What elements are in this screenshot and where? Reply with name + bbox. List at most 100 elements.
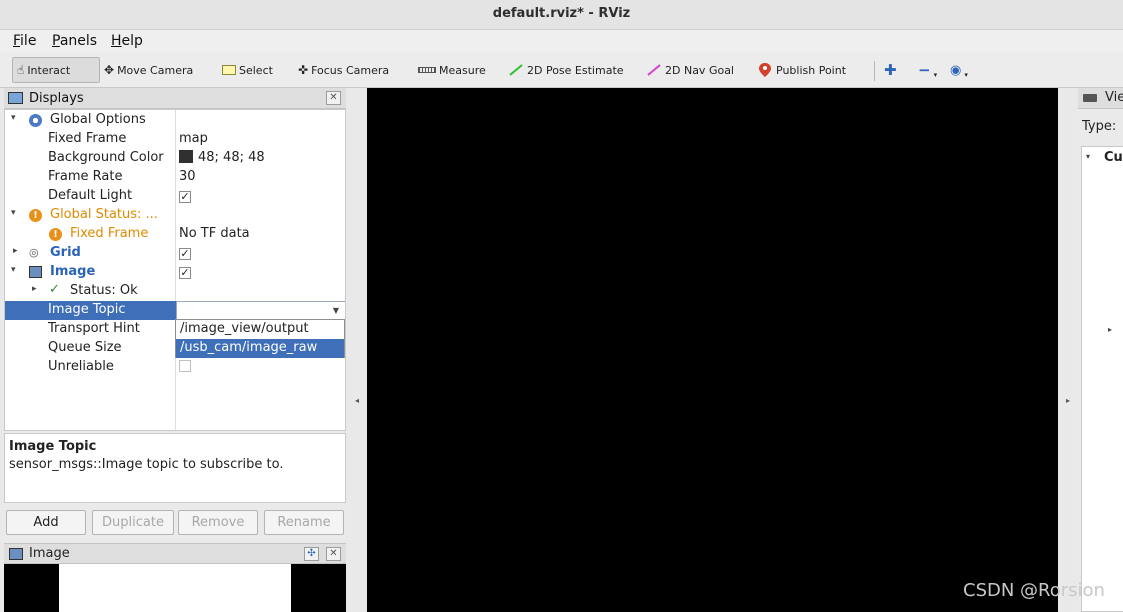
image-panel-title: Image	[29, 546, 70, 561]
menu-file[interactable]: File	[13, 33, 36, 49]
move-camera-icon: ✥	[104, 63, 115, 77]
add-tool-button[interactable]: ✚	[884, 57, 900, 83]
minus-dropdown-caret-icon: ▾	[933, 71, 938, 79]
image-enabled-checkbox[interactable]: ✓	[179, 267, 191, 279]
checkmark-icon: ✓	[49, 282, 60, 297]
image-panel-header: Image ✣ ✕	[4, 543, 346, 564]
tree-row-image[interactable]: ▾ Image ✓	[5, 263, 345, 282]
tree-row-global-status[interactable]: ▾ ! Global Status: ...	[5, 206, 345, 225]
chevron-right-icon[interactable]: ▸	[32, 284, 37, 294]
tree-row-global-options[interactable]: ▾ Global Options	[5, 111, 345, 130]
chevron-right-icon[interactable]: ▸	[1108, 325, 1112, 334]
magenta-arrow-icon	[647, 64, 661, 76]
nav-goal-tool-button[interactable]: 2D Nav Goal	[646, 57, 734, 83]
green-arrow-icon	[509, 64, 523, 76]
eye-icon: ◉	[950, 62, 962, 78]
watermark: CSDN @Rorsion	[963, 580, 1105, 601]
displays-panel-title: Displays	[29, 91, 84, 106]
tree-row-background-color[interactable]: Background Color 48; 48; 48	[5, 149, 345, 168]
menu-panels[interactable]: Panels	[52, 33, 97, 49]
tree-row-default-light[interactable]: Default Light ✓	[5, 187, 345, 206]
measure-tool-button[interactable]: Measure	[418, 57, 486, 83]
frame-rate-value[interactable]: 30	[179, 169, 196, 184]
monitor-icon	[8, 92, 23, 104]
menu-help[interactable]: Help	[111, 33, 143, 49]
fixed-frame-value[interactable]: map	[179, 131, 208, 146]
toolbar: ☝ Interact ✥ Move Camera Select ✜ Focus …	[0, 52, 1123, 88]
right-panel-splitter[interactable]: ▸	[1058, 88, 1078, 612]
menu-bar: File Panels Help	[0, 30, 1123, 52]
chevron-down-icon[interactable]: ▼	[329, 304, 343, 317]
toolbar-separator	[874, 61, 875, 81]
warning-icon: !	[29, 209, 42, 222]
focus-camera-tool-button[interactable]: ✜ Focus Camera	[298, 57, 389, 83]
tree-row-status-fixed-frame[interactable]: ! Fixed Frame No TF data	[5, 225, 345, 244]
tree-row-fixed-frame[interactable]: Fixed Frame map	[5, 130, 345, 149]
image-view-canvas	[4, 564, 346, 612]
select-box-icon	[222, 65, 236, 75]
ruler-icon	[418, 67, 436, 73]
tree-row-status-ok[interactable]: ▸ ✓ Status: Ok	[5, 282, 345, 301]
tree-row-grid[interactable]: ▸ ◎ Grid ✓	[5, 244, 345, 263]
chevron-down-icon[interactable]: ▾	[1086, 152, 1090, 161]
chevron-down-icon[interactable]: ▾	[11, 265, 16, 275]
pose-estimate-tool-button[interactable]: 2D Pose Estimate	[508, 57, 624, 83]
image-panel-icon	[9, 548, 23, 560]
remove-button[interactable]: Remove	[178, 510, 258, 535]
close-icon[interactable]: ✕	[326, 91, 341, 105]
chevron-right-icon[interactable]: ▸	[13, 246, 18, 256]
description-title: Image Topic	[9, 439, 97, 454]
displays-panel: Displays ✕ ▾ Global Options Fixed Frame …	[4, 88, 346, 612]
displays-panel-header: Displays ✕	[4, 88, 346, 109]
property-description-box: Image Topic sensor_msgs::Image topic to …	[4, 433, 346, 503]
add-button[interactable]: Add	[6, 510, 86, 535]
grid-eye-icon: ◎	[29, 246, 39, 259]
minus-icon: −	[918, 60, 931, 79]
views-tree: ▾ Cur ▸	[1081, 146, 1123, 612]
remove-tool-button[interactable]: − ▾	[918, 57, 937, 83]
close-icon[interactable]: ✕	[326, 547, 341, 561]
collapse-right-icon[interactable]: ▸	[1058, 396, 1078, 405]
duplicate-button[interactable]: Duplicate	[92, 510, 174, 535]
image-topic-dropdown-list: /image_view/output /usb_cam/image_raw	[175, 319, 345, 358]
unreliable-checkbox[interactable]	[179, 360, 191, 372]
views-panel-title: Vie	[1105, 90, 1123, 105]
description-text: sensor_msgs::Image topic to subscribe to…	[9, 457, 284, 472]
window-title-bar: default.rviz* - RViz	[0, 0, 1123, 30]
tree-row-image-topic[interactable]: Image Topic ▼	[5, 301, 345, 320]
color-swatch	[179, 150, 193, 163]
tree-row-unreliable[interactable]: Unreliable	[5, 358, 345, 377]
focus-crosshair-icon: ✜	[298, 63, 309, 77]
background-color-value[interactable]: 48; 48; 48	[179, 150, 265, 165]
left-panel-splitter[interactable]: ◂	[347, 88, 367, 612]
select-tool-button[interactable]: Select	[222, 57, 273, 83]
visibility-tool-button[interactable]: ◉ ▾	[950, 57, 968, 83]
collapse-left-icon[interactable]: ◂	[347, 396, 367, 405]
default-light-checkbox[interactable]: ✓	[179, 191, 191, 203]
status-fixed-frame-value: No TF data	[179, 226, 250, 241]
gear-icon	[29, 114, 42, 127]
rename-button[interactable]: Rename	[264, 510, 344, 535]
current-view-item[interactable]: Cur	[1104, 150, 1123, 165]
views-panel-header: Vie	[1078, 88, 1123, 109]
topic-option[interactable]: /image_view/output	[176, 320, 344, 339]
eye-dropdown-caret-icon: ▾	[964, 71, 968, 79]
image-display-icon	[29, 266, 42, 278]
topic-option-highlighted[interactable]: /usb_cam/image_raw	[176, 339, 344, 358]
views-panel: Vie Type: ▾ Cur ▸	[1078, 88, 1123, 612]
image-frame	[59, 564, 291, 612]
publish-point-tool-button[interactable]: Publish Point	[758, 57, 846, 83]
displays-tree: ▾ Global Options Fixed Frame map Backgro…	[4, 109, 346, 431]
image-topic-combobox[interactable]: ▼	[176, 301, 345, 320]
interact-tool-button[interactable]: ☝ Interact	[12, 57, 100, 83]
render-3d-view[interactable]	[367, 88, 1058, 612]
camera-icon	[1083, 94, 1097, 102]
map-pin-icon	[759, 63, 771, 77]
tree-row-frame-rate[interactable]: Frame Rate 30	[5, 168, 345, 187]
plus-icon: ✚	[884, 60, 897, 79]
chevron-down-icon[interactable]: ▾	[11, 208, 16, 218]
move-camera-tool-button[interactable]: ✥ Move Camera	[104, 57, 193, 83]
grid-enabled-checkbox[interactable]: ✓	[179, 248, 191, 260]
float-panel-icon[interactable]: ✣	[304, 547, 319, 561]
chevron-down-icon[interactable]: ▾	[11, 113, 16, 123]
